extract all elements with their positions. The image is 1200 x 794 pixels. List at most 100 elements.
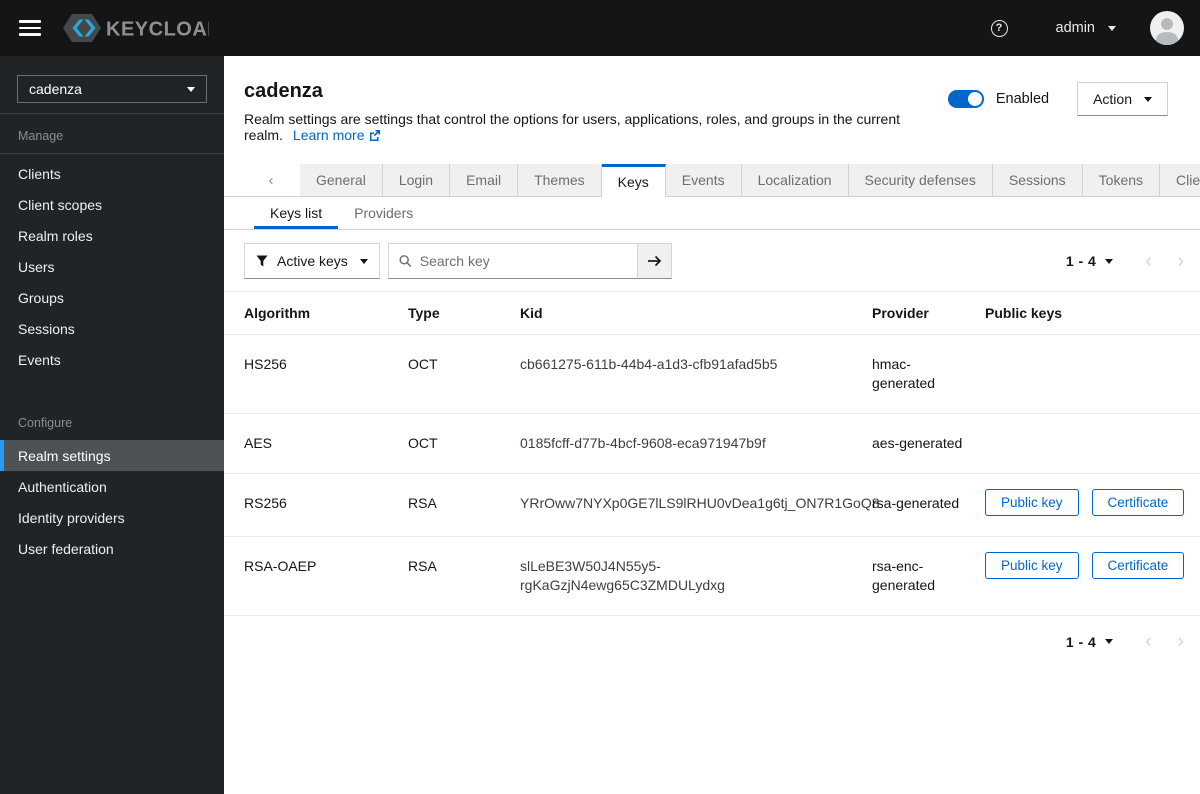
search-icon — [399, 255, 412, 267]
enabled-label: Enabled — [995, 91, 1050, 107]
tab-events[interactable]: Events — [665, 164, 742, 196]
page-header: cadenza Realm settings are settings that… — [224, 56, 1200, 143]
nav-section-manage: Manage Clients Client scopes Realm roles… — [0, 114, 224, 375]
cell-public-keys: Public key Certificate — [985, 552, 1200, 579]
pagination-next-button[interactable]: › — [1178, 252, 1184, 271]
sidebar-item-sessions[interactable]: Sessions — [0, 313, 224, 344]
hamburger-menu-icon[interactable] — [19, 20, 41, 36]
pagination-prev-button[interactable]: ‹ — [1145, 252, 1151, 271]
avatar[interactable] — [1150, 11, 1184, 45]
cell-type: OCT — [408, 435, 438, 451]
chevron-down-icon — [187, 86, 195, 92]
table-row: RSA-OAEP RSA slLeBE3W50J4N55y5-rgKaGzjN4… — [224, 537, 1200, 616]
sidebar-item-clients[interactable]: Clients — [0, 158, 224, 189]
cell-algorithm: RS256 — [244, 495, 287, 511]
sidebar-item-realm-roles[interactable]: Realm roles — [0, 220, 224, 251]
tab-sessions[interactable]: Sessions — [992, 164, 1083, 196]
cell-provider: rsa-enc-generated — [872, 558, 936, 593]
cell-kid: YRrOww7NYXp0GE7lLS9lRHU0vDea1g6tj_ON7R1G… — [520, 495, 880, 511]
sidebar-item-users[interactable]: Users — [0, 251, 224, 282]
search-submit-button[interactable] — [638, 243, 672, 279]
search-field — [388, 243, 638, 279]
certificate-button[interactable]: Certificate — [1091, 489, 1185, 516]
subtab-providers[interactable]: Providers — [338, 197, 429, 229]
learn-more-link[interactable]: Learn more — [293, 127, 381, 143]
tab-client-policies[interactable]: Client policies — [1160, 164, 1200, 196]
tab-keys[interactable]: Keys — [601, 164, 666, 197]
page-title: cadenza — [244, 80, 323, 102]
certificate-button[interactable]: Certificate — [1091, 552, 1185, 579]
cell-type: RSA — [408, 495, 437, 511]
keys-table-header: Algorithm Type Kid Provider Public keys — [224, 291, 1200, 335]
subtab-keys-list[interactable]: Keys list — [254, 197, 338, 229]
tab-themes[interactable]: Themes — [518, 164, 602, 196]
tab-general[interactable]: General — [300, 164, 383, 196]
public-key-button[interactable]: Public key — [985, 552, 1079, 579]
cell-public-keys: Public key Certificate — [985, 489, 1200, 516]
svg-text:KEYCLOAK: KEYCLOAK — [106, 19, 209, 41]
chevron-down-icon — [1108, 25, 1116, 31]
pagination-bottom-bar: 1 - 4 ‹ › — [224, 616, 1200, 651]
column-header-public-keys: Public keys — [985, 304, 1063, 321]
sidebar-item-user-federation[interactable]: User federation — [0, 533, 224, 564]
pagination-top: 1 - 4 ‹ › — [1066, 252, 1184, 271]
column-header-kid: Kid — [520, 304, 543, 321]
table-row: HS256 OCT cb661275-611b-44b4-a1d3-cfb91a… — [224, 335, 1200, 414]
main-content: cadenza Realm settings are settings that… — [224, 56, 1200, 794]
pagination-menu-toggle[interactable] — [1105, 258, 1114, 264]
nav-section-configure: Configure Realm settings Authentication … — [0, 401, 224, 564]
sidebar-item-realm-settings[interactable]: Realm settings — [0, 440, 224, 471]
tab-email[interactable]: Email — [450, 164, 519, 196]
sidebar-item-events[interactable]: Events — [0, 344, 224, 375]
sidebar-item-client-scopes[interactable]: Client scopes — [0, 189, 224, 220]
arrow-right-icon — [648, 255, 662, 267]
cell-type: OCT — [408, 356, 438, 372]
sidebar-item-groups[interactable]: Groups — [0, 282, 224, 313]
realm-settings-tabs: ‹ General Login Email Themes Keys Events… — [224, 164, 1200, 197]
username: admin — [1055, 20, 1096, 36]
chevron-down-icon — [1144, 96, 1152, 102]
keys-subtabs: Keys list Providers — [224, 197, 1200, 230]
realm-selector-value: cadenza — [29, 81, 82, 97]
keycloak-logo[interactable]: KEYCLOAK — [63, 12, 209, 44]
cell-provider: hmac-generated — [872, 356, 936, 391]
pagination-bottom: 1 - 4 ‹ › — [1066, 632, 1184, 651]
page-description: Realm settings are settings that control… — [244, 111, 901, 143]
cell-kid: 0185fcff-d77b-4bcf-9608-eca971947b9f — [520, 435, 766, 451]
tab-security-defenses[interactable]: Security defenses — [848, 164, 993, 196]
cell-algorithm: HS256 — [244, 356, 287, 372]
sidebar-item-identity-providers[interactable]: Identity providers — [0, 502, 224, 533]
column-header-algorithm: Algorithm — [244, 304, 311, 321]
external-link-icon — [369, 130, 380, 141]
tab-login[interactable]: Login — [382, 164, 451, 196]
enabled-toggle[interactable] — [947, 90, 984, 108]
tabs-scroll-left-button[interactable]: ‹ — [242, 164, 300, 196]
key-filter-dropdown[interactable]: Active keys — [244, 243, 380, 279]
keys-toolbar: Active keys 1 - 4 ‹ › — [224, 230, 1200, 291]
realm-selector[interactable]: cadenza — [17, 75, 207, 103]
public-key-button[interactable]: Public key — [985, 489, 1079, 516]
tab-localization[interactable]: Localization — [741, 164, 849, 196]
cell-provider: rsa-generated — [872, 495, 960, 511]
column-header-type: Type — [408, 304, 440, 321]
tab-tokens[interactable]: Tokens — [1082, 164, 1161, 196]
help-icon[interactable]: ? — [990, 19, 1008, 37]
cell-algorithm: RSA-OAEP — [244, 558, 317, 574]
user-menu[interactable]: admin — [1055, 20, 1116, 36]
cell-type: RSA — [408, 558, 437, 574]
table-row: RS256 RSA YRrOww7NYXp0GE7lLS9lRHU0vDea1g… — [224, 474, 1200, 537]
sidebar-item-authentication[interactable]: Authentication — [0, 471, 224, 502]
cell-provider: aes-generated — [872, 435, 963, 451]
pagination-next-button[interactable]: › — [1178, 632, 1184, 651]
cell-algorithm: AES — [244, 435, 273, 451]
nav-section-title: Manage — [0, 114, 224, 154]
table-row: AES OCT 0185fcff-d77b-4bcf-9608-eca97194… — [224, 414, 1200, 474]
action-dropdown-button[interactable]: Action — [1077, 82, 1168, 116]
pagination-prev-button[interactable]: ‹ — [1145, 632, 1151, 651]
pagination-range: 1 - 4 — [1065, 633, 1097, 650]
pagination-menu-toggle[interactable] — [1105, 639, 1114, 644]
chevron-down-icon — [360, 258, 368, 264]
nav-section-title: Configure — [18, 416, 73, 430]
filter-icon — [256, 255, 268, 267]
search-input[interactable] — [419, 253, 627, 269]
